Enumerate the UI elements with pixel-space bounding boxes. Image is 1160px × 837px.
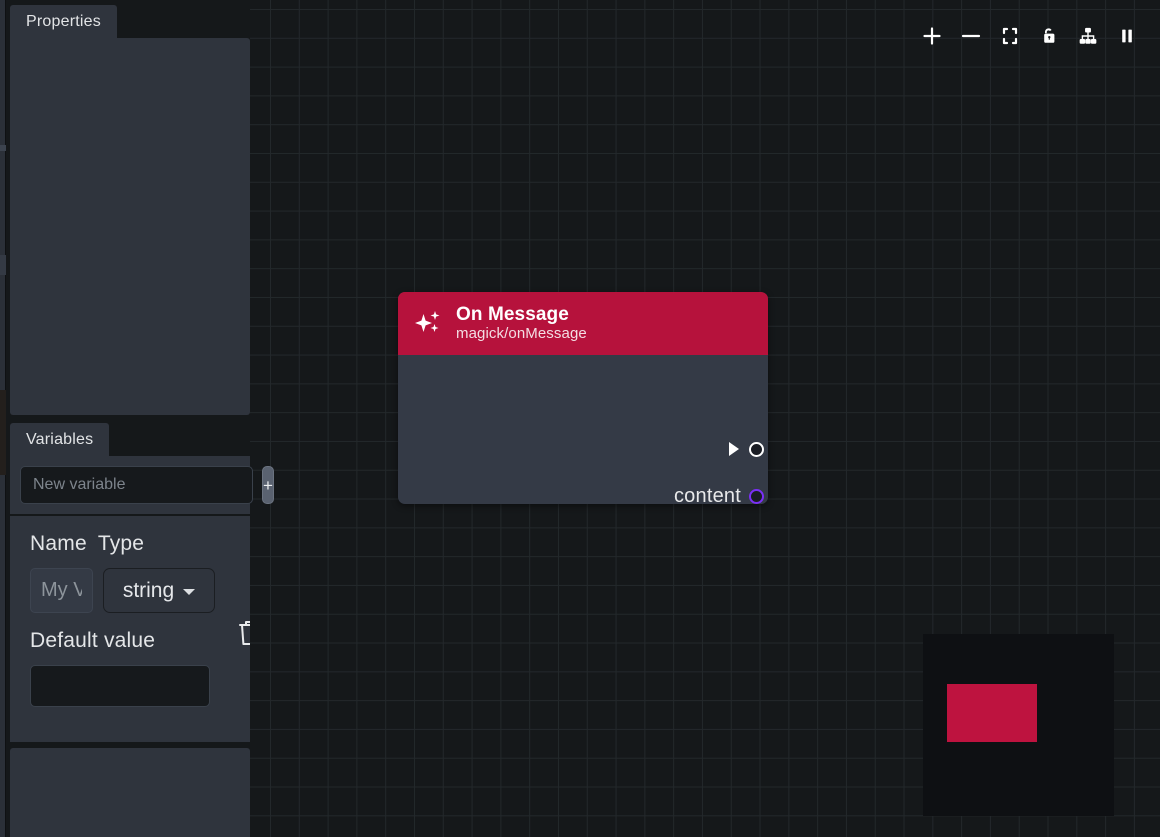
tab-variables[interactable]: Variables xyxy=(10,423,109,456)
node-subtitle: magick/onMessage xyxy=(456,326,587,343)
variable-column-headers: Name Type xyxy=(30,532,230,556)
sidebar-edge-mark-2 xyxy=(0,255,6,275)
port-dot-content[interactable] xyxy=(749,489,764,504)
variables-tab-strip: Variables xyxy=(10,423,109,456)
node-title: On Message xyxy=(456,304,587,325)
fit-view-button[interactable] xyxy=(999,25,1021,47)
sidebar-edge-mark-1 xyxy=(0,145,6,151)
canvas-toolbar xyxy=(921,25,1138,47)
minimap[interactable] xyxy=(923,634,1114,816)
chevron-down-icon xyxy=(183,589,195,595)
node-on-message[interactable]: On Message magick/onMessage content even… xyxy=(398,292,768,504)
node-title-block: On Message magick/onMessage xyxy=(456,304,587,342)
node-body: content event xyxy=(398,355,768,504)
sidebar-resize-handle[interactable] xyxy=(0,0,6,837)
sidebar-bottom-panel xyxy=(10,748,250,837)
variable-type-value: string xyxy=(123,579,174,603)
properties-tab-strip: Properties xyxy=(10,5,117,38)
tab-properties[interactable]: Properties xyxy=(10,5,117,38)
column-header-type: Type xyxy=(98,532,144,556)
node-header[interactable]: On Message magick/onMessage xyxy=(398,292,768,355)
variable-row: string xyxy=(30,568,230,613)
left-sidebar: Properties Variables + Name Type st xyxy=(0,0,250,837)
delete-variable-button[interactable] xyxy=(236,617,250,647)
sidebar-edge-mark-3 xyxy=(0,390,6,475)
arrange-button[interactable] xyxy=(1077,25,1099,47)
properties-panel-body xyxy=(10,38,250,415)
variable-editor: Name Type string Default value xyxy=(10,516,250,742)
node-output-content[interactable]: content xyxy=(674,486,757,504)
variable-name-input[interactable] xyxy=(30,568,93,613)
graph-canvas[interactable]: On Message magick/onMessage content even… xyxy=(250,0,1160,837)
node-output-flow[interactable] xyxy=(729,439,757,459)
flow-arrow-icon xyxy=(729,442,739,456)
pause-button[interactable] xyxy=(1116,25,1138,47)
new-variable-input[interactable] xyxy=(20,466,253,504)
port-label-content: content xyxy=(674,485,741,505)
zoom-out-button[interactable] xyxy=(960,25,982,47)
lock-button[interactable] xyxy=(1038,25,1060,47)
default-value-input[interactable] xyxy=(30,665,210,707)
zoom-in-button[interactable] xyxy=(921,25,943,47)
sparkles-icon xyxy=(412,308,444,340)
minimap-node-marker xyxy=(947,684,1037,742)
variable-type-select[interactable]: string xyxy=(103,568,215,613)
default-value-label: Default value xyxy=(30,629,230,653)
variables-toolbar: + xyxy=(10,456,250,514)
app-root: On Message magick/onMessage content even… xyxy=(0,0,1160,837)
port-dot-flow[interactable] xyxy=(749,442,764,457)
add-variable-button[interactable]: + xyxy=(262,466,274,504)
column-header-name: Name xyxy=(30,532,87,556)
